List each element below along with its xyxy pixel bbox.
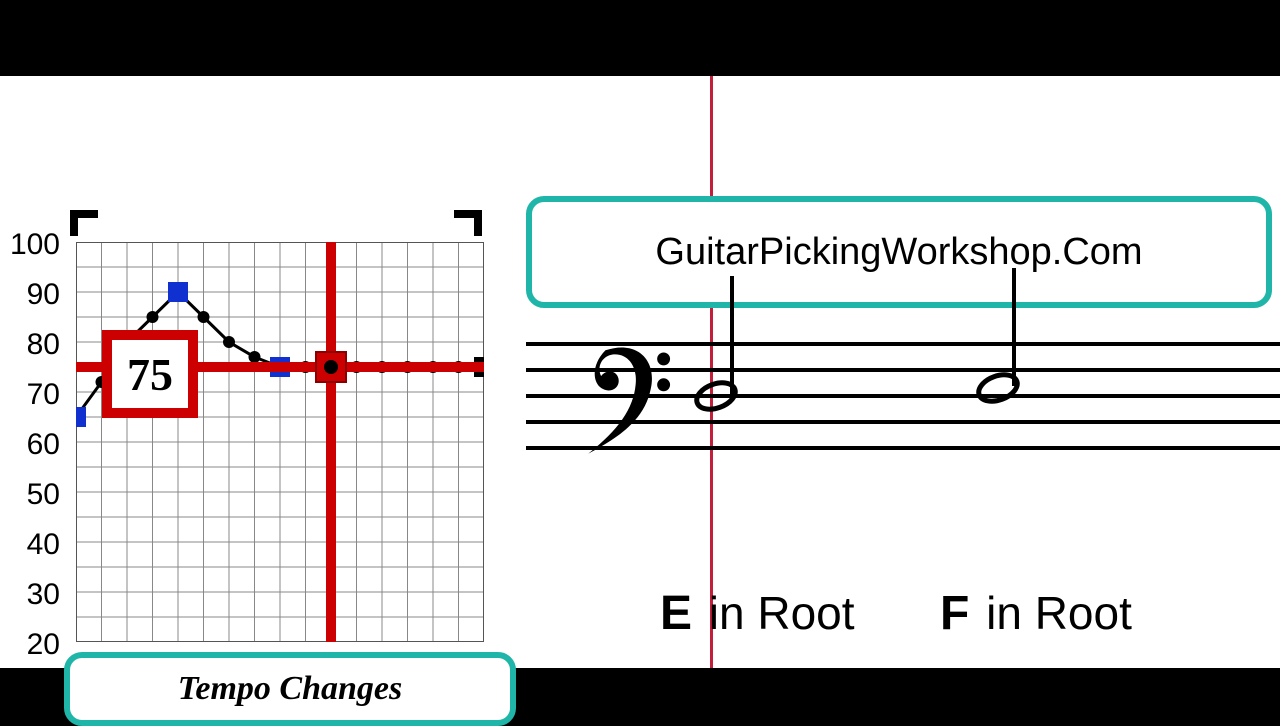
- note-rest: in Root: [696, 587, 855, 639]
- axis-tick: 100: [8, 228, 60, 262]
- current-tempo-box: 75: [102, 330, 198, 418]
- note-rest: in Root: [973, 587, 1132, 639]
- axis-tick: 60: [8, 428, 60, 462]
- bass-staff: [526, 342, 1280, 512]
- tempo-grid[interactable]: [76, 242, 484, 642]
- half-note-icon: [692, 276, 752, 416]
- axis-tick: 30: [8, 578, 60, 612]
- axis-tick: 50: [8, 478, 60, 512]
- tempo-caption-label: Tempo Changes: [178, 670, 403, 708]
- axis-tick: 80: [8, 328, 60, 362]
- url-banner: GuitarPickingWorkshop.Com: [526, 196, 1272, 308]
- bracket-top-left-icon: [70, 210, 98, 236]
- axis-tick: 40: [8, 528, 60, 562]
- axis-tick: 20: [8, 628, 60, 662]
- tempo-caption: Tempo Changes: [64, 652, 516, 726]
- current-tempo-value: 75: [127, 348, 173, 401]
- note-label-2: F in Root: [940, 586, 1132, 641]
- note-label-1: E in Root: [660, 586, 855, 641]
- bracket-top-right-icon: [454, 210, 482, 236]
- content-area: 100 90 80 70 60 50 40 30 20: [0, 76, 1280, 668]
- note-letter: F: [940, 587, 969, 640]
- url-banner-label: GuitarPickingWorkshop.Com: [655, 231, 1142, 274]
- note-letter: E: [660, 587, 692, 640]
- tempo-chart-svg: [76, 242, 484, 642]
- axis-tick: 70: [8, 378, 60, 412]
- tempo-chart-panel: 100 90 80 70 60 50 40 30 20: [8, 142, 498, 702]
- bass-clef-icon: [572, 318, 682, 458]
- axis-tick: 90: [8, 278, 60, 312]
- half-note-icon: [974, 268, 1034, 408]
